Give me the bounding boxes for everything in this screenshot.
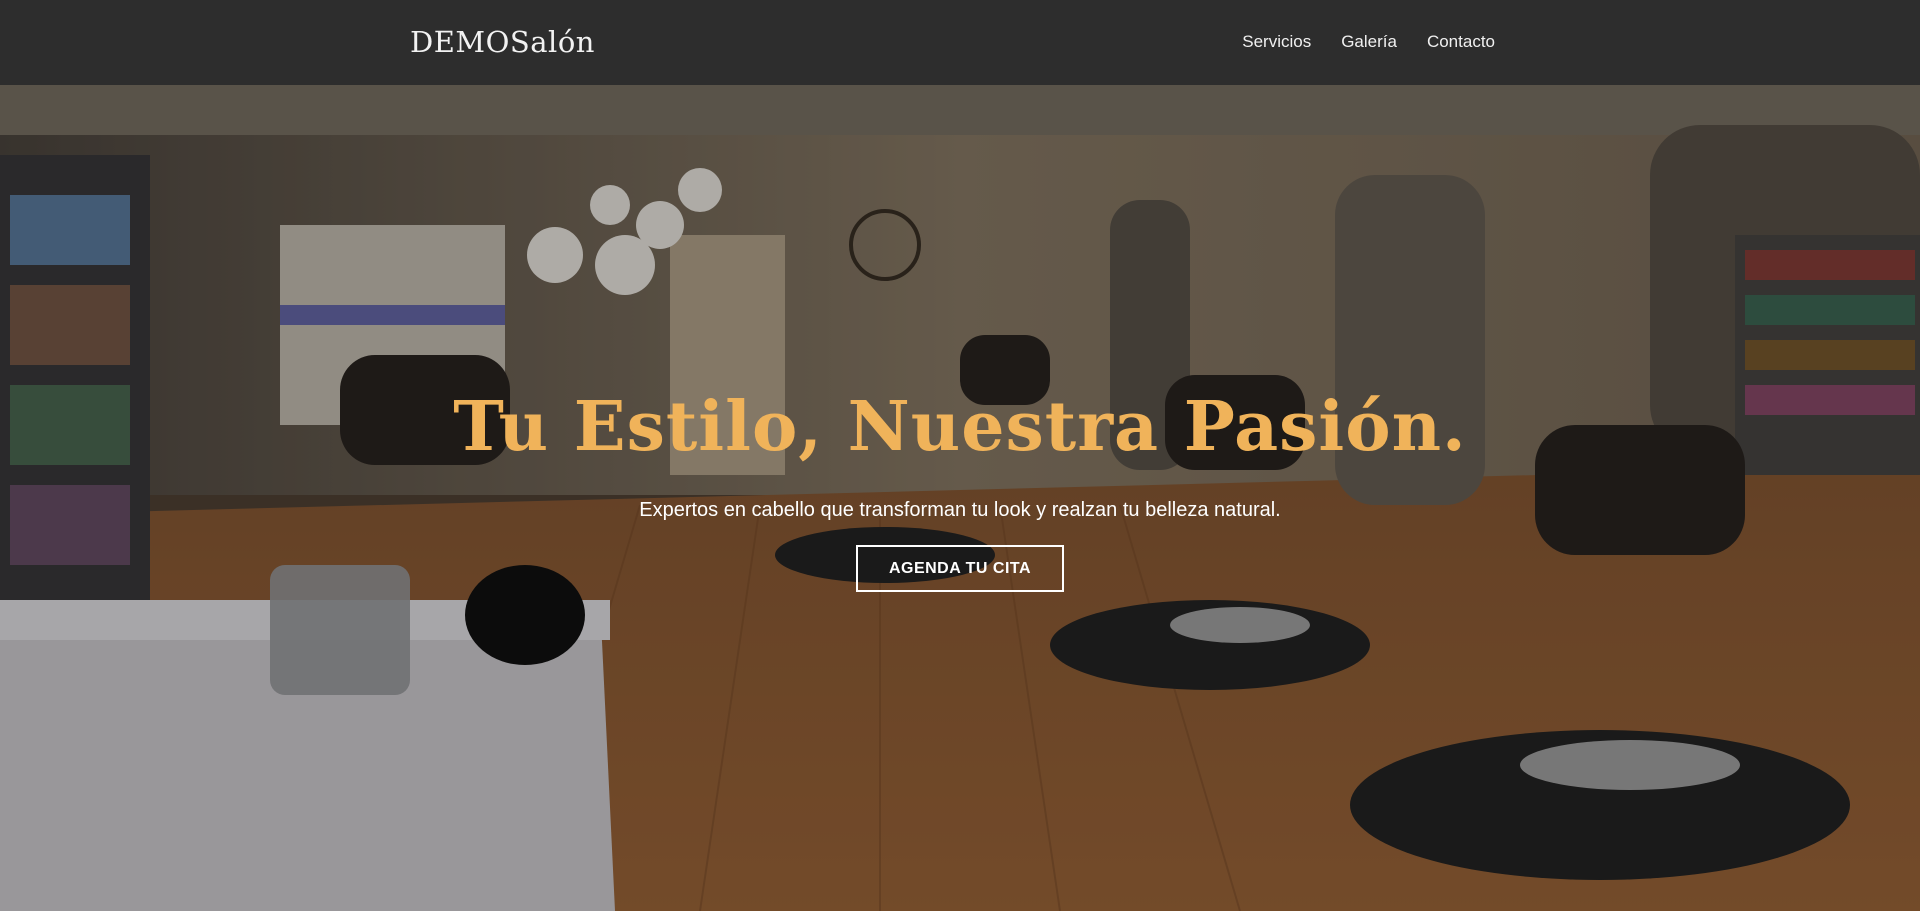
- hero-subtitle: Expertos en cabello que transforman tu l…: [639, 499, 1281, 521]
- hero-title: Tu Estilo, Nuestra Pasión.: [453, 387, 1467, 467]
- nav-link-servicios[interactable]: Servicios: [1242, 32, 1311, 52]
- site-header: DEMOSalón Servicios Galería Contacto: [0, 0, 1920, 85]
- hero-overlay: [0, 85, 1920, 911]
- hero-section: Tu Estilo, Nuestra Pasión. Expertos en c…: [0, 85, 1920, 911]
- brand-logo[interactable]: DEMOSalón: [410, 25, 595, 59]
- nav-link-galeria[interactable]: Galería: [1341, 32, 1397, 52]
- main-nav: Servicios Galería Contacto: [1242, 32, 1495, 52]
- nav-link-contacto[interactable]: Contacto: [1427, 32, 1495, 52]
- book-appointment-button[interactable]: AGENDA TU CITA: [856, 545, 1064, 592]
